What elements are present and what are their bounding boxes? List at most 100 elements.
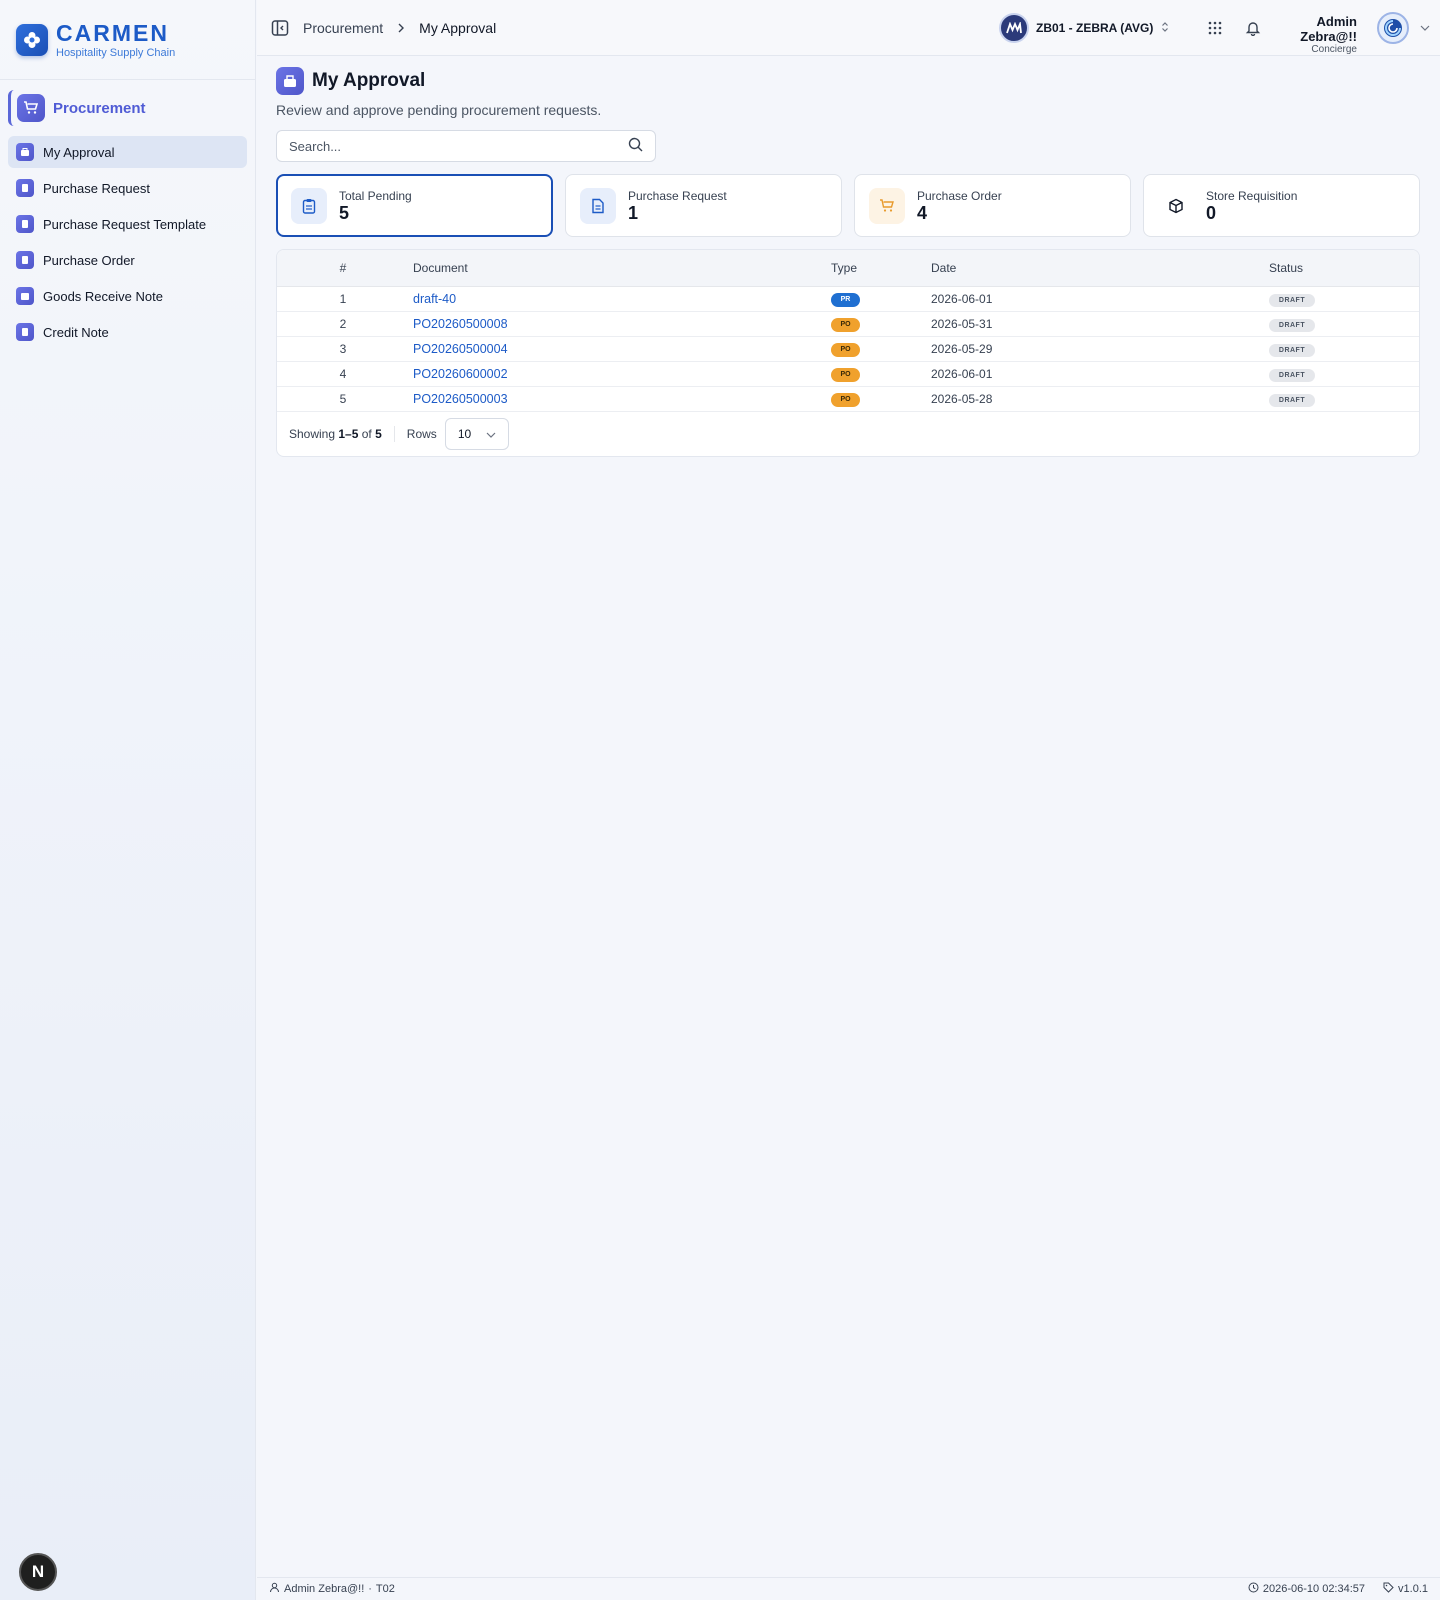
table-row[interactable]: 4 PO20260600002 PO 2026-06-01 DRAFT bbox=[277, 361, 1419, 387]
footer-version: v1.0.1 bbox=[1398, 1583, 1428, 1595]
sidebar-item-purchase-request-template[interactable]: Purchase Request Template bbox=[8, 208, 247, 240]
approval-table: # Document Type Date Status 1 draft-40 P… bbox=[276, 249, 1420, 457]
document-link[interactable]: PO20260600002 bbox=[413, 367, 508, 381]
sidebar-nav: My Approval Purchase Request Purchase Re… bbox=[0, 136, 255, 348]
document-link[interactable]: PO20260500004 bbox=[413, 342, 508, 356]
chevron-right-icon bbox=[397, 20, 405, 36]
column-header-status[interactable]: Status bbox=[1269, 250, 1419, 287]
brand-subtitle: Hospitality Supply Chain bbox=[56, 46, 176, 59]
cart-icon bbox=[869, 187, 905, 224]
cell-date: 2026-05-29 bbox=[929, 336, 1269, 362]
status-badge: DRAFT bbox=[1269, 293, 1315, 307]
cell-date: 2026-05-28 bbox=[929, 386, 1269, 412]
sidebar-item-goods-receive-note[interactable]: Goods Receive Note bbox=[8, 280, 247, 312]
stat-card-store-requisition[interactable]: Store Requisition 0 bbox=[1143, 174, 1420, 237]
user-name: Admin Zebra@!! bbox=[1300, 14, 1357, 44]
footer: Admin Zebra@!! · T02 2026-06-10 02:34:57… bbox=[257, 1577, 1440, 1600]
document-icon bbox=[16, 215, 34, 233]
package-icon bbox=[16, 287, 34, 305]
bell-icon[interactable] bbox=[1243, 18, 1263, 38]
stat-card-purchase-request[interactable]: Purchase Request 1 bbox=[565, 174, 842, 237]
column-header-date[interactable]: Date bbox=[929, 250, 1269, 287]
status-badge: DRAFT bbox=[1269, 343, 1315, 357]
stats-row: Total Pending 5 Purchase Request 1 Purch… bbox=[276, 174, 1420, 237]
stat-value: 1 bbox=[628, 202, 639, 223]
org-logo-icon bbox=[999, 13, 1029, 43]
apps-grid-icon[interactable] bbox=[1205, 18, 1225, 38]
cell-date: 2026-06-01 bbox=[929, 361, 1269, 387]
main-content: My Approval Review and approve pending p… bbox=[276, 66, 1420, 457]
pagination: Showing 1–5 of 5 Rows 10 bbox=[277, 412, 1419, 456]
pager-total: 5 bbox=[375, 426, 382, 441]
cell-number: 3 bbox=[277, 336, 409, 362]
table-row[interactable]: 2 PO20260500008 PO 2026-05-31 DRAFT bbox=[277, 311, 1419, 337]
sidebar: CARMEN Hospitality Supply Chain Procurem… bbox=[0, 0, 256, 1600]
cell-number: 1 bbox=[277, 286, 409, 312]
approval-icon bbox=[276, 67, 304, 95]
avatar[interactable] bbox=[1377, 12, 1409, 44]
document-link[interactable]: PO20260500008 bbox=[413, 317, 508, 331]
table-row[interactable]: 1 draft-40 PR 2026-06-01 DRAFT bbox=[277, 286, 1419, 312]
dev-badge[interactable]: N bbox=[19, 1553, 57, 1591]
column-header-number[interactable]: # bbox=[277, 250, 409, 287]
stat-card-total-pending[interactable]: Total Pending 5 bbox=[276, 174, 553, 237]
sidebar-item-label: Credit Note bbox=[43, 324, 109, 340]
document-icon bbox=[16, 323, 34, 341]
rows-per-page-select[interactable]: 10 bbox=[444, 417, 509, 450]
sidebar-item-label: Purchase Request Template bbox=[43, 216, 207, 232]
sidebar-item-label: Goods Receive Note bbox=[43, 288, 163, 304]
sidebar-toggle-icon[interactable] bbox=[271, 18, 291, 38]
stat-value: 4 bbox=[917, 202, 928, 223]
chevron-down-icon[interactable] bbox=[1415, 18, 1435, 38]
cell-date: 2026-05-31 bbox=[929, 311, 1269, 337]
approval-icon bbox=[16, 143, 34, 161]
status-badge: DRAFT bbox=[1269, 393, 1315, 407]
stat-value: 5 bbox=[339, 202, 350, 223]
table-row[interactable]: 3 PO20260500004 PO 2026-05-29 DRAFT bbox=[277, 336, 1419, 362]
page-header: My Approval bbox=[276, 66, 1420, 96]
stat-label: Purchase Request bbox=[628, 188, 727, 203]
column-header-type[interactable]: Type bbox=[829, 250, 929, 287]
type-badge: PO bbox=[831, 343, 860, 357]
table-row[interactable]: 5 PO20260500003 PO 2026-05-28 DRAFT bbox=[277, 386, 1419, 412]
module-procurement[interactable]: Procurement bbox=[8, 90, 247, 126]
sidebar-item-purchase-order[interactable]: Purchase Order bbox=[8, 244, 247, 276]
stat-label: Purchase Order bbox=[917, 188, 1002, 203]
module-label: Procurement bbox=[53, 99, 146, 117]
rows-label: Rows bbox=[406, 426, 437, 441]
stat-card-purchase-order[interactable]: Purchase Order 4 bbox=[854, 174, 1131, 237]
org-switcher[interactable]: ZB01 - ZEBRA (AVG) bbox=[999, 12, 1169, 44]
pager-range: 1–5 bbox=[338, 426, 359, 441]
type-badge: PO bbox=[831, 318, 860, 332]
document-icon bbox=[16, 179, 34, 197]
box-icon bbox=[1158, 187, 1194, 224]
footer-timestamp: 2026-06-10 02:34:57 bbox=[1262, 1583, 1366, 1595]
document-link[interactable]: PO20260500003 bbox=[413, 392, 508, 406]
sidebar-item-label: My Approval bbox=[43, 144, 115, 160]
page-title: My Approval bbox=[312, 70, 426, 91]
column-header-document[interactable]: Document bbox=[409, 250, 829, 287]
breadcrumb: Procurement My Approval bbox=[303, 20, 496, 36]
footer-separator: · bbox=[368, 1583, 372, 1595]
document-link[interactable]: draft-40 bbox=[413, 292, 456, 306]
table-header-row: # Document Type Date Status bbox=[277, 250, 1419, 287]
status-badge: DRAFT bbox=[1269, 318, 1315, 332]
footer-code: T02 bbox=[375, 1583, 395, 1595]
search-input[interactable] bbox=[289, 138, 609, 154]
pager-showing: Showing bbox=[289, 426, 336, 441]
user-info[interactable]: Admin Zebra@!! Concierge bbox=[1273, 14, 1357, 55]
search-icon[interactable] bbox=[628, 137, 643, 155]
sidebar-item-label: Purchase Order bbox=[43, 252, 135, 268]
org-name: ZB01 - ZEBRA (AVG) bbox=[1036, 21, 1154, 35]
sidebar-item-my-approval[interactable]: My Approval bbox=[8, 136, 247, 168]
stat-label: Total Pending bbox=[339, 188, 412, 203]
sidebar-item-credit-note[interactable]: Credit Note bbox=[8, 316, 247, 348]
page-description: Review and approve pending procurement r… bbox=[276, 102, 602, 118]
breadcrumb-procurement[interactable]: Procurement bbox=[303, 20, 383, 36]
chevron-down-icon bbox=[486, 427, 496, 441]
user-icon bbox=[269, 1582, 280, 1596]
sidebar-item-purchase-request[interactable]: Purchase Request bbox=[8, 172, 247, 204]
type-badge: PO bbox=[831, 393, 860, 407]
brand[interactable]: CARMEN Hospitality Supply Chain bbox=[0, 0, 255, 80]
cell-number: 5 bbox=[277, 386, 409, 412]
